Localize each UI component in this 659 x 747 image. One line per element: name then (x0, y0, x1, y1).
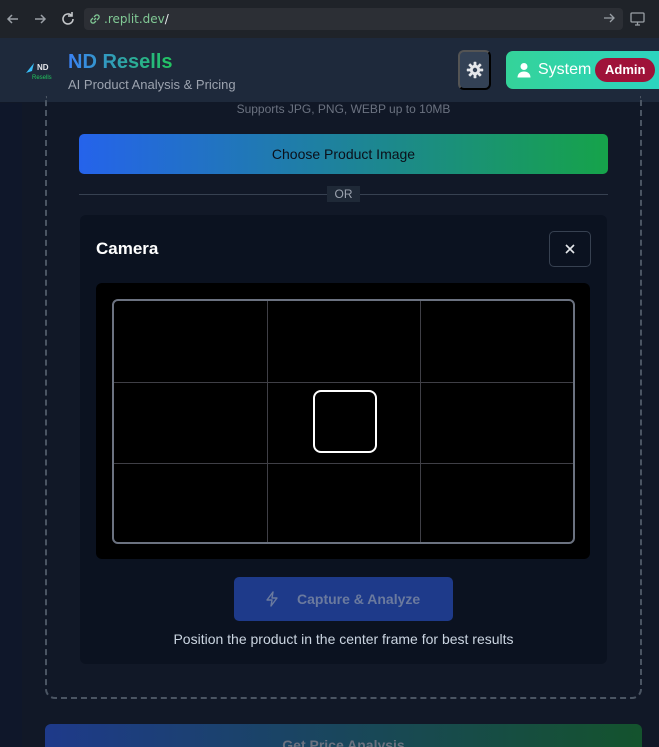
url-host: .replit.dev (104, 12, 165, 26)
forward-arrow-icon[interactable] (32, 11, 48, 27)
camera-title: Camera (96, 239, 159, 258)
grid-line (114, 463, 573, 464)
close-camera-button[interactable] (549, 231, 591, 267)
grid-line (420, 301, 421, 542)
camera-hint: Position the product in the center frame… (173, 631, 514, 647)
back-arrow-icon[interactable] (5, 11, 21, 27)
close-icon (565, 244, 575, 254)
logo-text-bottom: Resells (32, 75, 52, 81)
brand-logo[interactable]: ND Resells (22, 55, 58, 87)
address-bar[interactable]: .replit.dev / (84, 8, 623, 30)
capture-analyze-button[interactable]: Capture & Analyze (234, 577, 453, 621)
bolt-icon (266, 591, 278, 607)
user-icon (517, 63, 531, 78)
supported-formats-text: Supports JPG, PNG, WEBP up to 10MB (236, 102, 451, 116)
logo-text-top: ND (37, 63, 49, 72)
link-icon (90, 14, 100, 24)
brand-subtitle: AI Product Analysis & Pricing (68, 77, 236, 92)
go-arrow-icon[interactable] (603, 12, 615, 27)
url-path: / (164, 12, 169, 26)
user-menu-button[interactable]: System Admin (506, 51, 659, 89)
camera-panel: Camera Capture & Analyze Position the pr… (80, 215, 607, 664)
reload-icon[interactable] (60, 11, 76, 27)
grid-line (114, 382, 573, 383)
user-name: System (538, 61, 592, 78)
capture-analyze-label: Capture & Analyze (297, 591, 421, 607)
get-price-analysis-button[interactable]: Get Price Analysis (45, 724, 642, 747)
viewfinder (112, 299, 575, 544)
monitor-icon[interactable] (630, 12, 646, 31)
sidebar (0, 103, 22, 747)
grid-line (267, 301, 268, 542)
role-badge: Admin (595, 58, 656, 82)
camera-feed (96, 283, 590, 559)
or-label: OR (327, 186, 360, 202)
settings-button[interactable] (458, 50, 491, 90)
center-focus-frame (313, 390, 377, 453)
gear-icon (466, 61, 483, 79)
app-header: ND Resells ND Resells AI Product Analysi… (0, 38, 659, 103)
choose-image-button[interactable]: Choose Product Image (79, 134, 608, 174)
brand-title: ND Resells (68, 51, 173, 73)
browser-toolbar: .replit.dev / (0, 0, 659, 38)
